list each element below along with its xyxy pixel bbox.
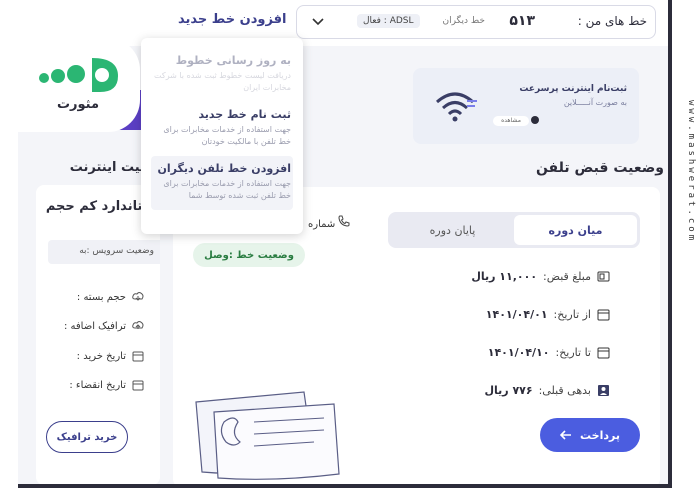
menu-item-desc: دریافت لیست خطوط ثبت شده با شرکت مخابرات… [154, 71, 291, 92]
my-lines-label: خط های من : [577, 14, 647, 28]
promo-banner[interactable]: ثبت‌نام اینترنت پرسرعت به صورت آنـــــلا… [413, 68, 639, 144]
add-new-line-link[interactable]: افزودن خط جدید [178, 12, 287, 27]
chevron-down-icon[interactable] [311, 14, 325, 28]
calendar-icon [132, 351, 144, 362]
phone-icon [338, 215, 350, 227]
line-status-badge: وضعیت خط :وصل [193, 243, 305, 267]
calendar-icon [597, 309, 610, 321]
bill-amount-label: مبلغ قبض: [543, 270, 591, 283]
logo-text: مثورت [57, 97, 99, 112]
pay-button[interactable]: پرداخت [540, 418, 640, 452]
previous-debt-value: ۷۷۶ ریال [484, 384, 533, 397]
expiry-date-label: تاریخ انقضاء : [69, 379, 126, 391]
service-status: وضعیت سرویس :به [48, 240, 160, 264]
package-volume-label: حجم بسته : [76, 291, 126, 303]
menu-item-desc: جهت استفاده از خدمات مخابرات برای خط تلف… [163, 125, 291, 146]
package-volume-row: حجم بسته : [77, 291, 144, 303]
purchase-date-label: تاریخ خرید : [76, 350, 126, 362]
line-selector[interactable]: خط های من : ۵۱۳ خط دیگران ADSL : فعال [296, 5, 656, 39]
menu-item-add-others-line[interactable]: افزودن خط تلفن دیگران جهت استفاده از خدم… [151, 156, 293, 210]
extra-traffic-label: ترافیک اضافه : [63, 320, 126, 332]
line-number: ۵۱۳ [509, 13, 535, 29]
extra-traffic-row: ترافیک اضافه : [64, 320, 144, 332]
purchase-date-row: تاریخ خرید : [77, 350, 144, 362]
menu-item-title: به روز رسانی خطوط [175, 54, 291, 67]
to-date-value: ۱۴۰۱/۰۴/۱۰ [487, 346, 550, 359]
cloud-download-icon [132, 292, 144, 301]
tab-mid-period[interactable]: میان دوره [514, 215, 637, 245]
previous-debt-row: بدهی قبلی: ۷۷۶ ریال [484, 384, 610, 397]
menu-item-desc: جهت استفاده از خدمات مخابرات برای خط تلف… [163, 179, 291, 200]
promo-subtitle: به صورت آنـــــلاین [563, 98, 627, 107]
phone-number-label: شماره [308, 219, 336, 230]
buy-traffic-button[interactable]: خرید ترافیک [46, 421, 128, 453]
phone-number-row: شماره [308, 215, 350, 230]
period-tabs: میان دوره پایان دوره [388, 212, 640, 248]
line-type-badge: ADSL : فعال [357, 14, 420, 28]
bill-status-title: وضعیت قبض تلفن [535, 160, 664, 176]
from-date-row: از تاریخ: ۱۴۰۱/۰۴/۰۱ [486, 308, 610, 321]
to-date-row: تا تاریخ: ۱۴۰۱/۰۴/۱۰ [488, 346, 610, 359]
add-line-dropdown: به روز رسانی خطوط دریافت لیست خطوط ثبت ش… [141, 38, 303, 234]
bill-amount-row: مبلغ قبض: ۱۱,۰۰۰ ریال [471, 270, 610, 283]
wifi-icon [436, 92, 477, 122]
previous-debt-label: بدهی قبلی: [538, 384, 591, 397]
menu-item-title: ثبت نام خط جدید [198, 108, 291, 121]
menu-item-update-lines[interactable]: به روز رسانی خطوط دریافت لیست خطوط ثبت ش… [151, 48, 293, 102]
arrow-left-icon [560, 430, 572, 440]
expiry-date-row: تاریخ انقضاء : [69, 379, 144, 391]
promo-title: ثبت‌نام اینترنت پرسرعت [519, 84, 627, 94]
promo-dot [531, 116, 539, 124]
person-icon [598, 385, 609, 396]
other-line-label: خط دیگران [442, 16, 485, 26]
logo: مثورت [18, 40, 138, 130]
app-frame: خط های من : ۵۱۳ خط دیگران ADSL : فعال اف… [18, 0, 672, 488]
bill-amount-value: ۱۱,۰۰۰ ریال [471, 270, 538, 283]
receipt-icon [597, 271, 610, 282]
pay-button-label: پرداخت [580, 428, 620, 442]
top-bar: خط های من : ۵۱۳ خط دیگران ADSL : فعال اف… [18, 0, 668, 46]
calendar-icon [597, 347, 610, 359]
promo-pill[interactable]: مشاهده [493, 116, 529, 126]
watermark-text: www.mashwerat.com [686, 100, 696, 244]
receipts-illustration [195, 391, 340, 480]
to-date-label: تا تاریخ: [555, 346, 591, 359]
menu-item-title: افزودن خط تلفن دیگران [157, 162, 292, 175]
from-date-label: از تاریخ: [553, 308, 591, 321]
menu-item-register-new-line[interactable]: ثبت نام خط جدید جهت استفاده از خدمات مخا… [151, 102, 293, 156]
tab-end-period[interactable]: پایان دوره [391, 215, 514, 245]
calendar-icon [132, 380, 144, 391]
logo-mark: مثورت [39, 58, 118, 112]
from-date-value: ۱۴۰۱/۰۴/۰۱ [485, 308, 548, 321]
cloud-upload-icon [132, 321, 144, 329]
